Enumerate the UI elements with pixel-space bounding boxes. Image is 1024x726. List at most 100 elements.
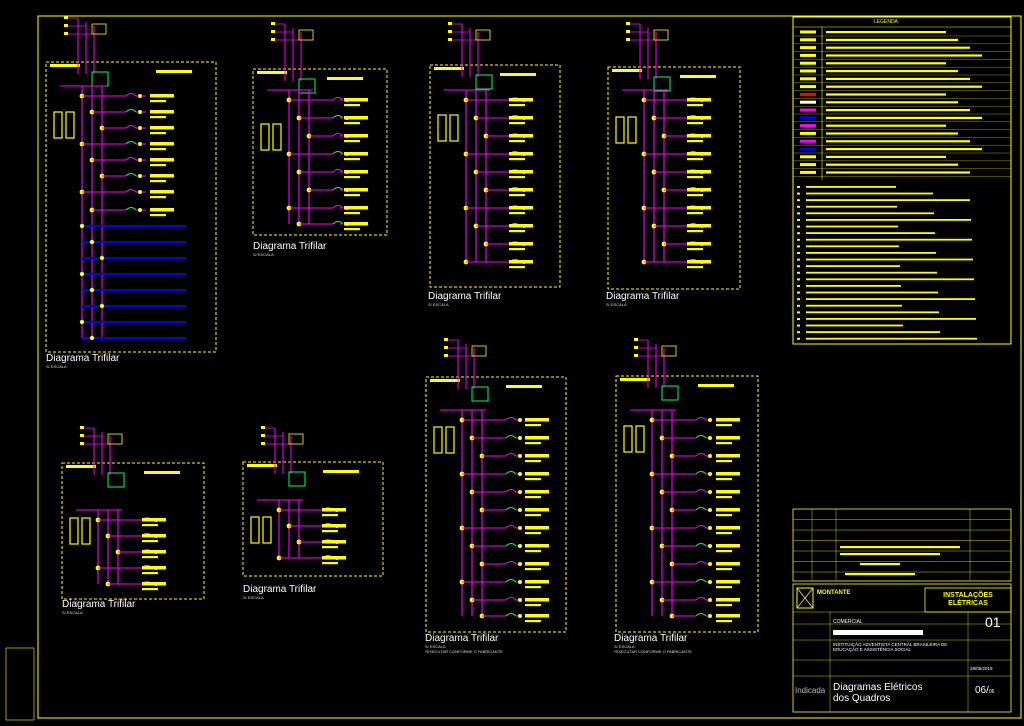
note-bullet: [797, 225, 800, 228]
note-bullet: [797, 199, 800, 202]
terminal: [138, 142, 142, 146]
terminal: [518, 544, 522, 548]
terminal: [518, 436, 522, 440]
note-bullet: [797, 278, 800, 281]
circuit-label: [525, 418, 549, 422]
terminal: [708, 418, 712, 422]
circuit-label: [509, 134, 533, 138]
circuit-label: [142, 550, 166, 554]
note-bullet: [797, 298, 800, 301]
circuit-label: [509, 206, 533, 210]
note-text-line: [806, 199, 970, 201]
circuit-sublabel: [525, 550, 541, 553]
terminal: [708, 490, 712, 494]
circuit-sublabel: [525, 496, 541, 499]
note-text-line: [806, 252, 936, 254]
note-text-line: [806, 258, 973, 261]
discipline-name: INSTALAÇÕES ELÉTRICAS: [943, 592, 993, 607]
frame-corner-label: [434, 67, 464, 70]
note-text-line: [806, 337, 977, 340]
note-text-line: [806, 219, 971, 221]
circuit-label: [716, 562, 740, 566]
terminal: [138, 208, 142, 212]
circuit-sublabel: [687, 230, 703, 233]
circuit-label: [344, 134, 368, 138]
terminal: [518, 454, 522, 458]
terminal: [138, 126, 142, 130]
circuit-sublabel: [716, 550, 732, 553]
diagram-caption-2: Diagrama Trifilar S/ ESCALA: [253, 241, 327, 257]
bus-tap: [99, 303, 105, 309]
legend-symbol: [800, 147, 816, 151]
circuit-label: [525, 614, 549, 618]
bus-tap: [89, 239, 95, 245]
circuit-sublabel: [687, 194, 703, 197]
sheet-number: 01: [985, 614, 1001, 630]
circuit-label: [525, 598, 549, 602]
circuit-label: [525, 526, 549, 530]
legend-text-line: [826, 54, 982, 57]
circuit-label: [687, 242, 711, 246]
note-bullet: [797, 337, 800, 340]
terminal: [708, 598, 712, 602]
address-field: [833, 630, 923, 635]
drawing-title: Diagramas Elétricos dos Quadros: [833, 682, 923, 704]
terminal: [708, 580, 712, 584]
legend-text-line: [826, 140, 970, 143]
circuit-sublabel: [716, 604, 732, 607]
circuit-sublabel: [150, 164, 166, 167]
circuit-label: [344, 170, 368, 174]
circuit-label: [687, 170, 711, 174]
circuit-sublabel: [525, 460, 541, 463]
frame-corner-label: [430, 379, 460, 382]
frame-corner-label: [66, 465, 96, 468]
feeder-tag: [444, 346, 448, 349]
frame-corner-label: [612, 69, 642, 72]
circuit-label: [525, 472, 549, 476]
legend-text-line: [826, 163, 958, 166]
legend-symbol: [800, 100, 816, 104]
feeder-tag: [626, 38, 630, 41]
circuit-label: [322, 524, 346, 528]
circuit-sublabel: [525, 568, 541, 571]
circuit-sublabel: [525, 424, 541, 427]
note-bullet: [797, 212, 800, 215]
legend-symbol: [800, 46, 816, 50]
circuit-label: [716, 598, 740, 602]
frame-header-label: [500, 73, 536, 76]
legend-symbol: [800, 53, 816, 57]
legend-symbol: [800, 155, 816, 159]
circuit-sublabel: [687, 158, 703, 161]
circuit-label: [687, 134, 711, 138]
note-bullet: [797, 324, 800, 327]
circuit-sublabel: [150, 132, 166, 135]
circuit-label: [509, 116, 533, 120]
terminal: [138, 158, 142, 162]
legend-text-line: [826, 132, 958, 135]
circuit-sublabel: [525, 586, 541, 589]
circuit-label: [525, 544, 549, 548]
note-text-line: [806, 225, 898, 228]
legend-text-line: [826, 171, 970, 174]
terminal: [518, 472, 522, 476]
project-type: COMERCIAL: [833, 619, 863, 625]
feeder-tag: [64, 24, 68, 27]
scale-value: Indicada: [795, 686, 826, 695]
circuit-sublabel: [150, 148, 166, 151]
feeder-tag: [448, 38, 452, 41]
legend-text-line: [826, 124, 946, 127]
legend-symbol: [800, 85, 816, 89]
circuit-sublabel: [716, 568, 732, 571]
note-text-line: [806, 285, 901, 287]
note-bullet: [797, 219, 800, 221]
diagram-caption-4: Diagrama Trifilar S/ ESCALA: [606, 291, 680, 307]
circuit-sublabel: [509, 122, 525, 125]
feeder-tag: [261, 426, 265, 429]
note-text-line: [806, 265, 900, 267]
circuit-sublabel: [525, 620, 541, 623]
circuit-label: [716, 490, 740, 494]
circuit-label: [525, 508, 549, 512]
terminal: [708, 472, 712, 476]
note-bullet: [797, 186, 800, 188]
cad-drawing-sheet: [0, 0, 1024, 726]
